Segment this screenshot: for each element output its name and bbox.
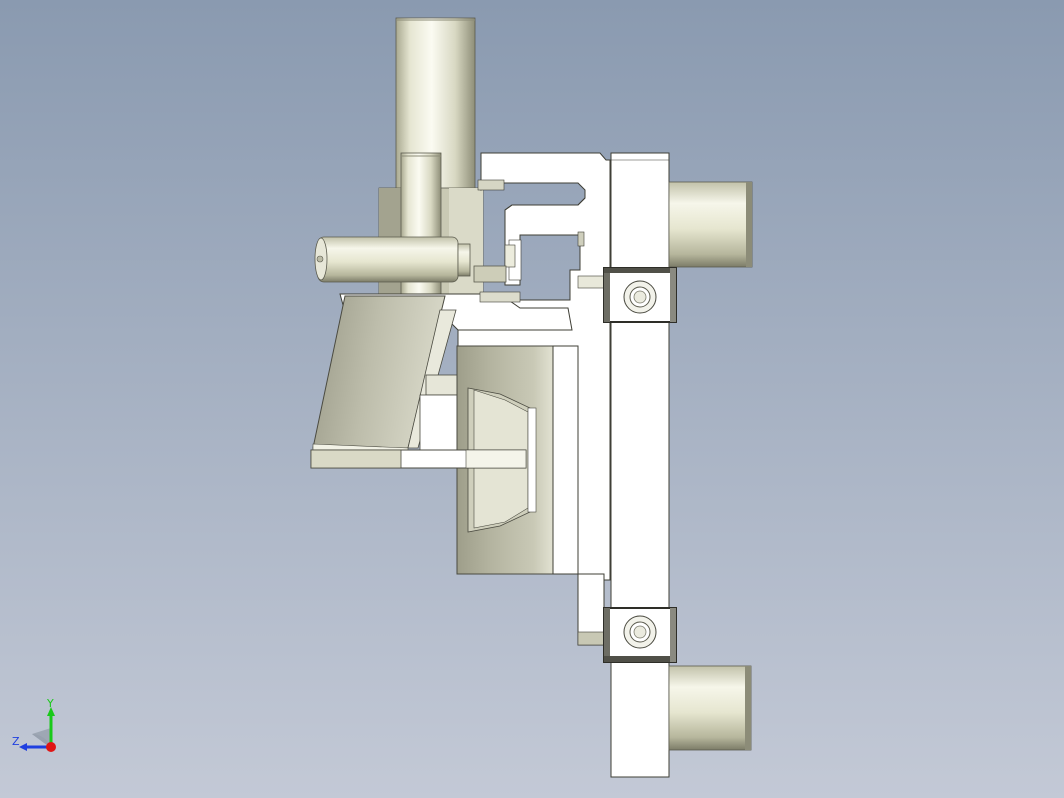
slide-guide[interactable] (419, 374, 461, 452)
orientation-triad[interactable]: Y Z (8, 698, 72, 758)
side-column[interactable] (610, 152, 670, 778)
lower-guide-bushing[interactable] (668, 665, 752, 751)
axis-z-label: Z (12, 735, 20, 748)
upper-bolt-block[interactable] (603, 267, 677, 323)
cad-model[interactable] (0, 0, 1064, 798)
horizontal-bar[interactable] (310, 449, 527, 469)
axis-y-label: Y (47, 697, 54, 710)
graphics-viewport[interactable]: Y Z (0, 0, 1064, 798)
triad-axes-icon (19, 707, 56, 752)
lower-bolt-block[interactable] (603, 607, 677, 663)
upper-guide-bushing[interactable] (668, 181, 753, 268)
